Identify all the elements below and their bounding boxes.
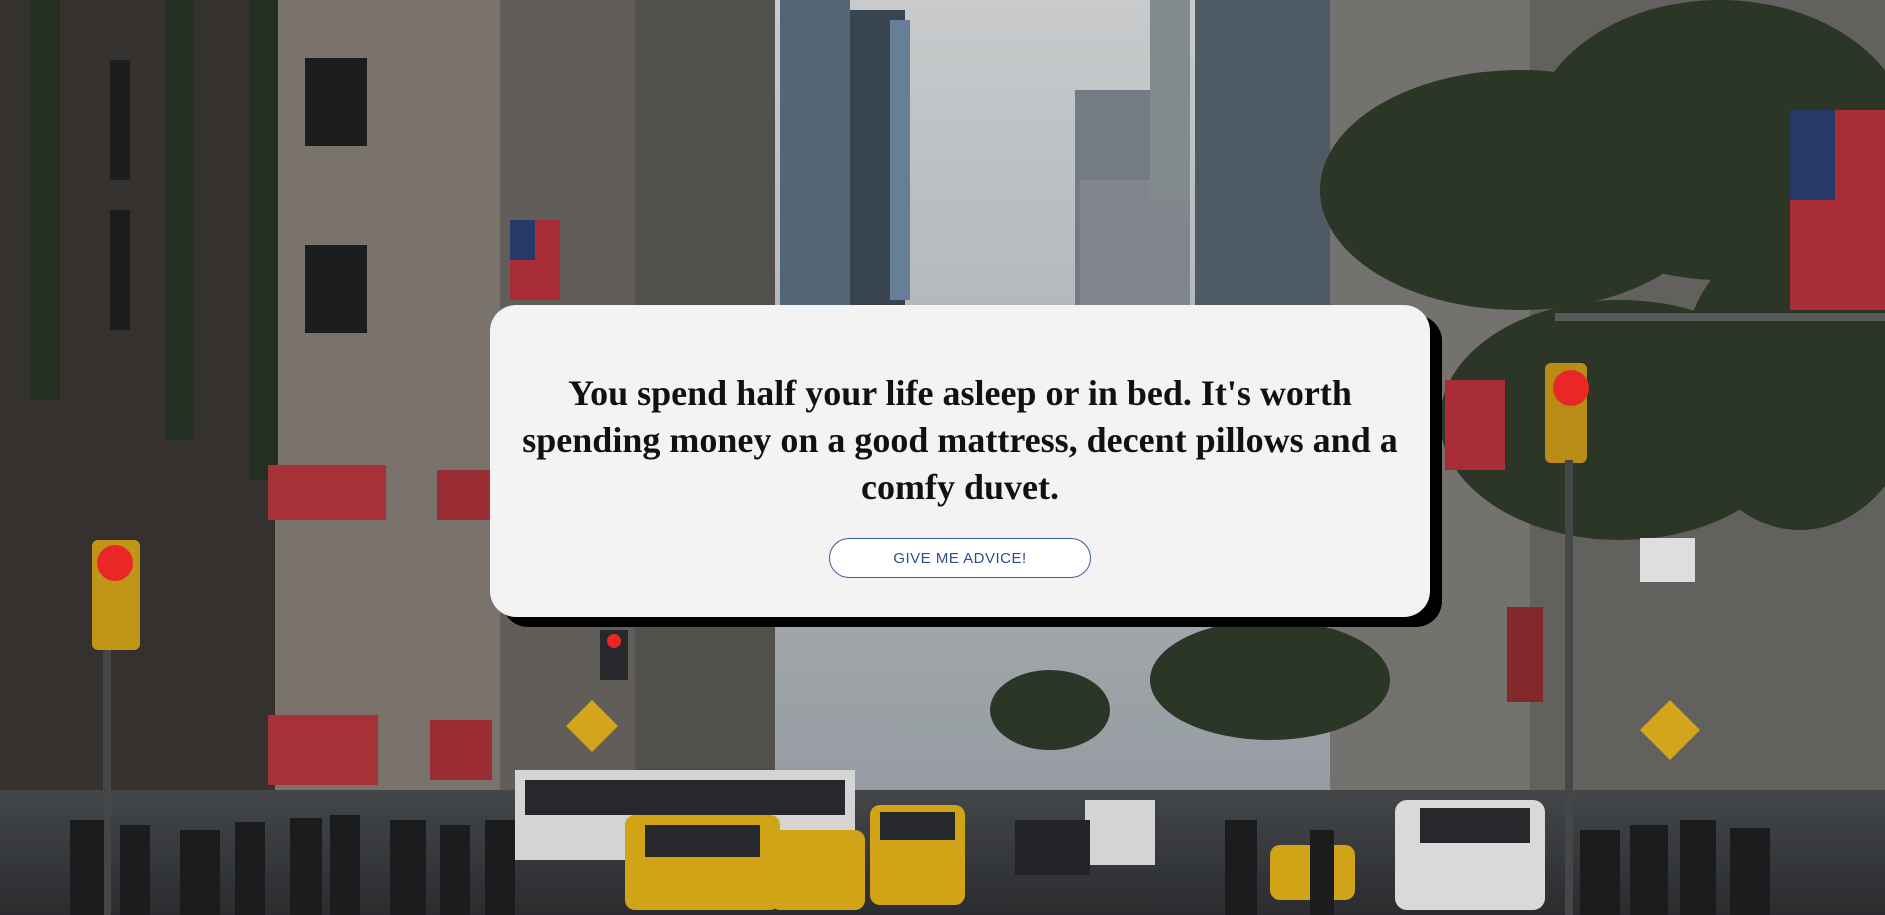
advice-card: You spend half your life asleep or in be…: [490, 305, 1430, 617]
advice-text: You spend half your life asleep or in be…: [522, 373, 1398, 507]
give-me-advice-button[interactable]: GIVE ME ADVICE!: [829, 538, 1091, 578]
